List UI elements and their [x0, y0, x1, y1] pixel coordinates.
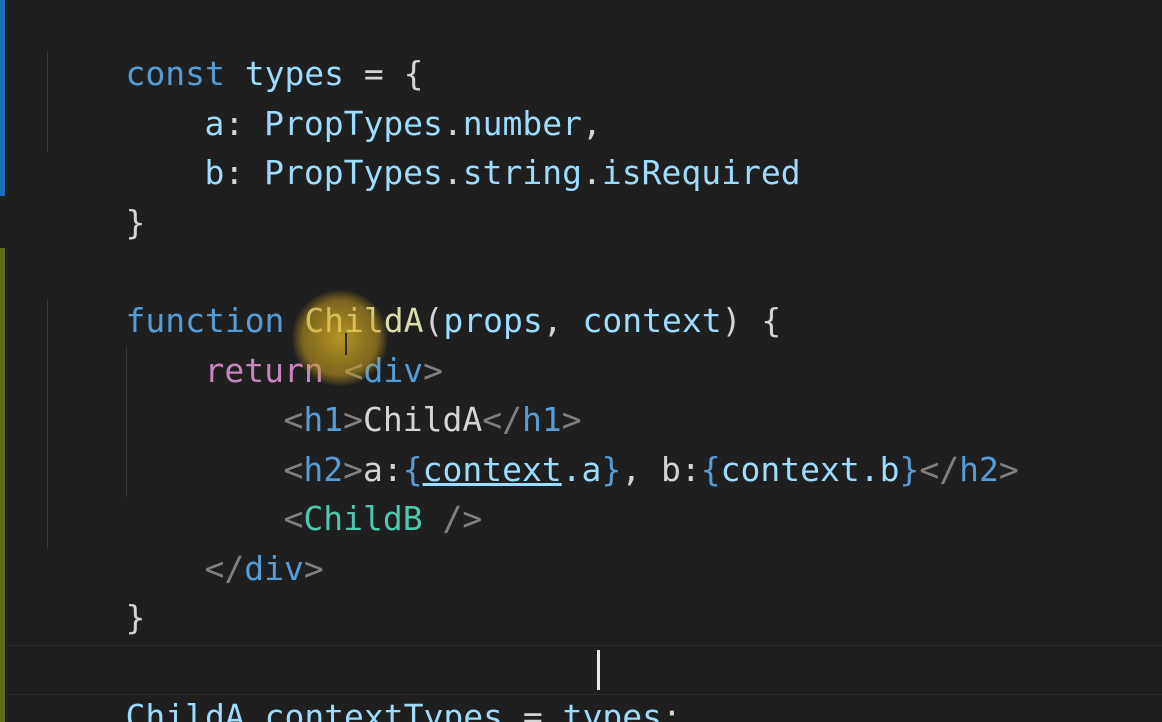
code-line[interactable]: return <div>: [125, 299, 442, 390]
code-line[interactable]: <h2>a:{context.a}, b:{context.b}</h2>: [204, 398, 1018, 489]
code-line[interactable]: <ChildB />: [204, 447, 482, 538]
modified-lines-indicator: [0, 0, 5, 196]
token-jsx-brace: {: [700, 450, 721, 489]
token-property: .a: [561, 450, 602, 489]
code-line[interactable]: }: [46, 546, 145, 637]
token-tag-bracket: </: [204, 549, 245, 588]
token-property: contextTypes: [264, 697, 503, 722]
code-line[interactable]: </div>: [125, 497, 323, 588]
mouse-cursor-highlight: [292, 290, 388, 386]
token-parameter: props: [443, 301, 543, 340]
token-dot: .: [244, 697, 265, 722]
code-line[interactable]: b: PropTypes.string.isRequired: [125, 101, 800, 192]
token-tag-bracket: </: [919, 450, 960, 489]
code-editor[interactable]: const types = { a: PropTypes.number, b: …: [0, 0, 1162, 722]
token-variable: ChildA: [125, 697, 245, 722]
code-line[interactable]: const types = {: [46, 2, 423, 93]
token-jsx-brace: }: [899, 450, 920, 489]
token-variable: types: [562, 697, 662, 722]
token-property: isRequired: [601, 153, 801, 192]
token-comma: ,: [542, 301, 583, 340]
token-jsx-brace: }: [601, 450, 622, 489]
token-tag-bracket: >: [303, 549, 324, 588]
token-brace: }: [125, 598, 146, 637]
token-dot: .: [442, 153, 463, 192]
code-line[interactable]: function ChildA(props, context) {: [46, 249, 781, 340]
token-paren: ) {: [721, 301, 782, 340]
ibeam-cursor-icon: [345, 333, 347, 355]
token-property: .b: [859, 450, 900, 489]
token-jsx-text: , b:: [621, 450, 701, 489]
token-tag-name: div: [244, 549, 304, 588]
token-tag-bracket: />: [422, 499, 483, 538]
token-colon: :: [224, 153, 265, 192]
token-property: string: [462, 153, 583, 192]
token-property: b: [204, 153, 225, 192]
code-line[interactable]: ChildA.contextTypes = types;: [46, 645, 681, 722]
code-line[interactable]: <h1>ChildA</h1>: [204, 348, 581, 439]
token-tag-bracket: >: [998, 450, 1019, 489]
text-caret: [597, 650, 600, 690]
token-dot: .: [582, 153, 602, 192]
code-line[interactable]: }: [46, 151, 145, 242]
token-brace: }: [125, 203, 146, 242]
token-variable: context: [720, 450, 860, 489]
token-tag-name: h2: [959, 450, 999, 489]
token-operator: =: [503, 697, 563, 722]
token-object: PropTypes: [264, 153, 443, 192]
added-lines-indicator: [0, 248, 5, 722]
token-parameter: context: [582, 301, 722, 340]
code-line[interactable]: a: PropTypes.number,: [125, 52, 601, 143]
token-semicolon: ;: [661, 697, 682, 722]
